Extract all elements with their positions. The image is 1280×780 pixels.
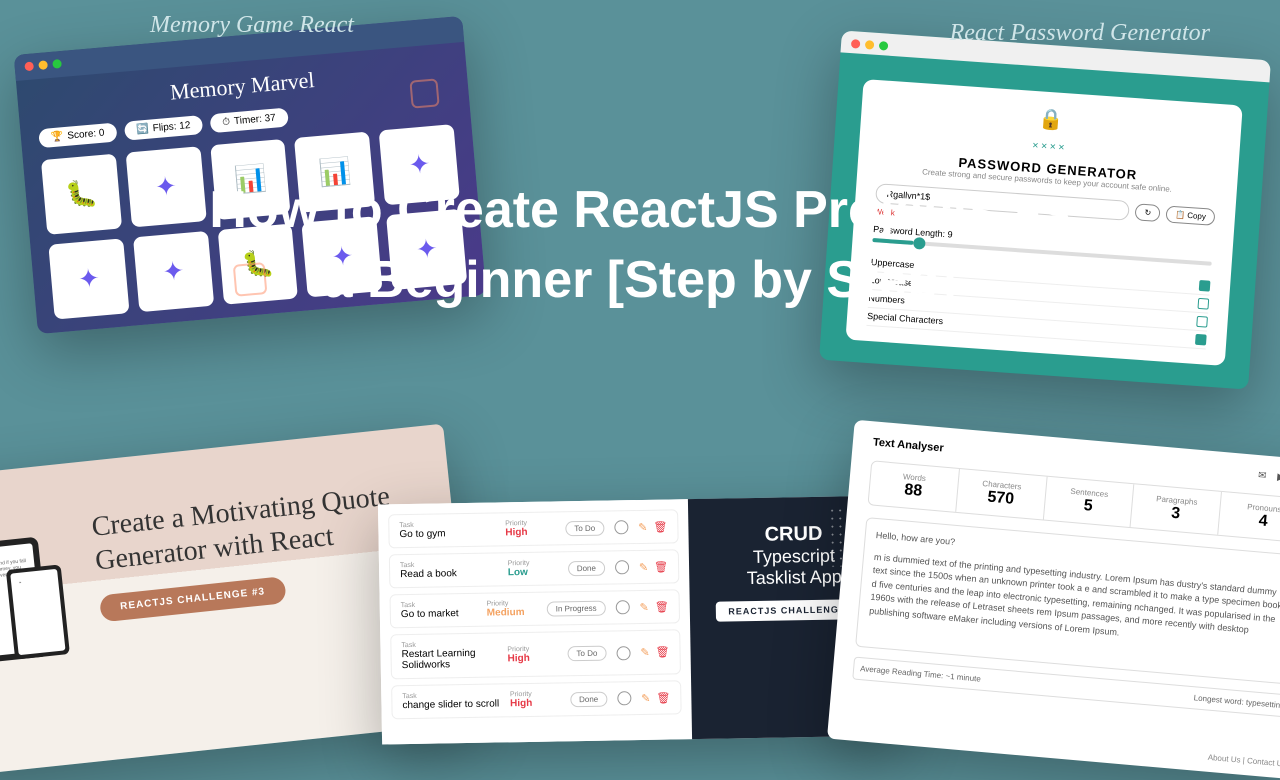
tasklist-card: TaskGo to gym PriorityHigh To Do ✎🗑 Task…: [378, 495, 902, 744]
task-row: TaskRead a book PriorityLow Done ✎🗑: [389, 549, 680, 588]
flips-badge: 🔄 Flips: 12: [124, 115, 204, 141]
progress-icon[interactable]: [614, 520, 628, 534]
checkbox-icon[interactable]: [1197, 298, 1209, 310]
task-row: Taskchange slider to scroll PriorityHigh…: [391, 680, 682, 719]
progress-icon[interactable]: [615, 600, 629, 614]
delete-icon[interactable]: 🗑: [653, 520, 667, 533]
stat-item: Sentences5: [1043, 477, 1134, 527]
timer-badge: ⏱ Timer: 37: [210, 108, 289, 134]
stat-item: Paragraphs3: [1131, 484, 1222, 534]
score-badge: 🏆 Score: 0: [38, 123, 117, 149]
status-badge: In Progress: [547, 600, 606, 616]
edit-icon[interactable]: ✎: [638, 520, 647, 533]
tile[interactable]: ✦: [48, 238, 129, 319]
text-area[interactable]: Hello, how are you? m is dummied text of…: [855, 517, 1280, 685]
edit-icon[interactable]: ✎: [639, 560, 648, 573]
status-badge: To Do: [565, 520, 604, 536]
delete-icon[interactable]: 🗑: [656, 691, 670, 704]
status-badge: Done: [570, 691, 607, 707]
reading-time: Average Reading Time: ~1 minute: [860, 664, 981, 684]
delete-icon[interactable]: 🗑: [655, 645, 669, 658]
task-row: TaskGo to market PriorityMedium In Progr…: [390, 589, 681, 628]
stat-item: Pronouns4: [1218, 492, 1280, 542]
task-list: TaskGo to gym PriorityHigh To Do ✎🗑 Task…: [378, 499, 692, 744]
device-mockup: ❝Life is a journey, and if you fall in l…: [0, 532, 94, 656]
footer-links[interactable]: About Us | Contact Us: [1207, 753, 1280, 769]
edit-icon[interactable]: ✎: [641, 691, 650, 704]
memory-label: Memory Game React: [150, 12, 354, 39]
edit-icon[interactable]: ✎: [640, 646, 649, 659]
status-badge: Done: [568, 560, 605, 576]
checkbox-icon[interactable]: [1199, 280, 1211, 292]
task-row: TaskRestart Learning Solidworks Priority…: [390, 629, 681, 679]
stat-item: Words88: [869, 461, 960, 511]
delete-icon[interactable]: 🗑: [654, 560, 668, 573]
refresh-button[interactable]: ↻: [1135, 203, 1161, 222]
delete-icon[interactable]: 🗑: [655, 600, 669, 613]
longest-word: Longest word: typesetting: [1193, 693, 1280, 710]
progress-icon[interactable]: [615, 560, 629, 574]
stat-item: Characters570: [956, 469, 1047, 519]
copy-button[interactable]: 📋 Copy: [1166, 205, 1216, 225]
text-analyser-card: Text Analyser ✉ ▶ in Words88Characters57…: [827, 420, 1280, 780]
edit-icon[interactable]: ✎: [639, 600, 648, 613]
main-title: How to Create ReactJS Projects as a Begi…: [190, 175, 1090, 315]
checkbox-icon[interactable]: [1195, 334, 1207, 346]
tile[interactable]: 🐛: [41, 154, 122, 235]
task-row: TaskGo to gym PriorityHigh To Do ✎🗑: [388, 509, 679, 548]
checkbox-icon[interactable]: [1196, 316, 1208, 328]
progress-icon[interactable]: [617, 691, 631, 705]
progress-icon[interactable]: [616, 646, 630, 660]
challenge-badge: REACTJS CHALLENGE #3: [99, 576, 286, 622]
status-badge: To Do: [567, 646, 606, 662]
pwd-label: React Password Generator: [950, 20, 1210, 47]
